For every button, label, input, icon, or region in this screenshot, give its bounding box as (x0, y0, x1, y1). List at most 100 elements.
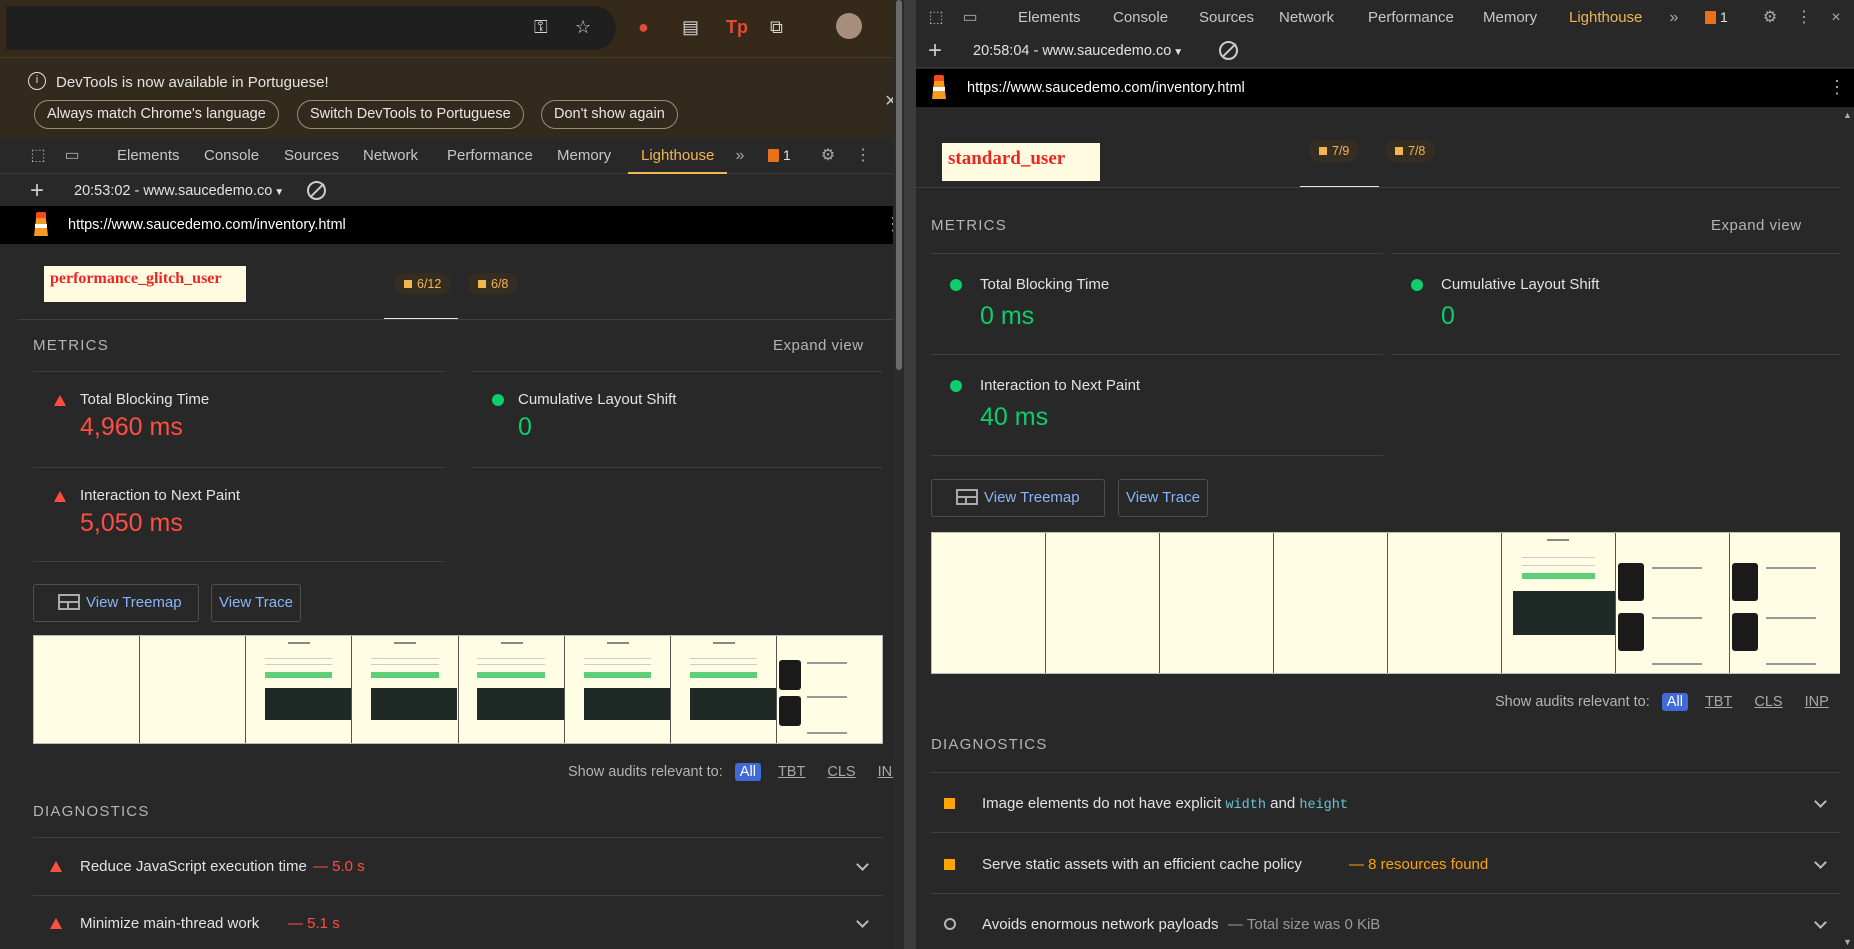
issues-badge[interactable]: 1 (768, 147, 791, 163)
filmstrip-frame (1274, 533, 1388, 673)
metric-value: 4,960 ms (80, 413, 183, 441)
language-infobar: i DevTools is now available in Portugues… (0, 58, 904, 138)
star-icon[interactable]: ☆ (575, 17, 591, 38)
tab-console[interactable]: Console (204, 138, 259, 174)
reader-icon[interactable]: ▤ (682, 17, 699, 38)
metric-value: 0 (1441, 302, 1455, 330)
more-tabs-icon[interactable]: » (730, 146, 750, 166)
metric-name: Total Blocking Time (980, 276, 1110, 293)
pass-icon (950, 279, 962, 291)
browser-toolbar: ⚿ ☆ ● ▤ Tp ⧉ ⋮ (0, 0, 904, 58)
match-language-button[interactable]: Always match Chrome's language (34, 100, 279, 129)
divider (33, 561, 444, 562)
pass-icon (1411, 279, 1423, 291)
summary-tab-1[interactable]: 6/12 (394, 273, 452, 295)
extension-red-icon[interactable]: ● (638, 17, 649, 38)
audit-detail: Total size was 0 KiB (1246, 916, 1381, 933)
audit-title: Image elements do not have explicit widt… (982, 795, 1348, 813)
devtools-menu-icon[interactable]: ⋮ (1794, 8, 1814, 28)
dont-show-again-button[interactable]: Don't show again (541, 100, 678, 129)
filter-all[interactable]: All (1661, 693, 1688, 711)
tab-memory[interactable]: Memory (557, 138, 611, 174)
filter-cls[interactable]: CLS (1749, 693, 1787, 711)
scrollbar-thumb[interactable] (896, 0, 902, 370)
filter-label: Show audits relevant to: (1495, 694, 1650, 710)
lighthouse-toolbar: + 20:53:02 - www.saucedemo.co ▼ (0, 174, 904, 208)
scrollbar-track[interactable]: ▲ ▼ (1840, 110, 1854, 949)
filmstrip-frame (1730, 533, 1843, 673)
view-treemap-button[interactable]: View Treemap (33, 584, 199, 622)
tp-extension-icon[interactable]: Tp (726, 17, 748, 38)
average-icon (944, 859, 955, 870)
filter-tbt[interactable]: TBT (1700, 693, 1737, 711)
clear-reports-icon[interactable] (1219, 41, 1238, 60)
device-toolbar-icon[interactable]: ▭ (960, 8, 980, 28)
clear-reports-icon[interactable] (307, 181, 326, 200)
report-url[interactable]: https://www.saucedemo.com/inventory.html (68, 217, 346, 233)
close-devtools-icon[interactable]: × (1826, 8, 1846, 28)
key-icon[interactable]: ⚿ (534, 17, 548, 38)
tab-sources[interactable]: Sources (1199, 0, 1254, 36)
puzzle-icon[interactable]: ⧉ (770, 17, 783, 38)
audit-filter: Show audits relevant to: All TBT CLS INP (1495, 693, 1834, 711)
new-report-icon[interactable]: + (30, 177, 44, 205)
filter-all[interactable]: All (734, 763, 761, 781)
filter-tbt[interactable]: TBT (773, 763, 810, 781)
tab-memory[interactable]: Memory (1483, 0, 1537, 36)
tab-performance[interactable]: Performance (447, 138, 533, 174)
filter-cls[interactable]: CLS (822, 763, 860, 781)
tab-sources[interactable]: Sources (284, 138, 339, 174)
tab-performance[interactable]: Performance (1368, 0, 1454, 36)
new-report-icon[interactable]: + (928, 37, 942, 65)
info-icon: i (28, 72, 46, 90)
report-menu-icon[interactable]: ⋮ (1828, 77, 1846, 98)
tab-lighthouse[interactable]: Lighthouse (1557, 0, 1655, 36)
metric-value: 5,050 ms (80, 509, 183, 537)
report-select[interactable]: 20:53:02 - www.saucedemo.co ▼ (74, 183, 284, 199)
device-toolbar-icon[interactable]: ▭ (62, 146, 82, 166)
view-treemap-button[interactable]: View Treemap (931, 479, 1105, 517)
tab-elements[interactable]: Elements (1018, 0, 1081, 36)
settings-gear-icon[interactable]: ⚙ (818, 146, 838, 166)
issues-badge[interactable]: 1 (1705, 9, 1728, 25)
lighthouse-logo-icon (928, 75, 950, 101)
tab-network[interactable]: Network (363, 138, 418, 174)
report-url[interactable]: https://www.saucedemo.com/inventory.html (967, 80, 1245, 96)
filmstrip-frame (932, 533, 1046, 673)
metric-value: 40 ms (980, 403, 1049, 431)
expand-view-link[interactable]: Expand view (773, 337, 864, 354)
metric-name: Cumulative Layout Shift (518, 391, 677, 408)
devtools-menu-icon[interactable]: ⋮ (853, 146, 873, 166)
metrics-heading: METRICS (931, 217, 1007, 234)
metric-name: Cumulative Layout Shift (1441, 276, 1600, 293)
view-trace-button[interactable]: View Trace (1118, 479, 1208, 517)
tab-network[interactable]: Network (1279, 0, 1334, 36)
divider (1392, 253, 1844, 254)
report-select[interactable]: 20:58:04 - www.saucedemo.co ▼ (973, 43, 1183, 59)
filmstrip-frame (1160, 533, 1274, 673)
summary-tab-2[interactable]: 6/8 (468, 273, 519, 295)
filmstrip-frame (246, 636, 353, 743)
expand-view-link[interactable]: Expand view (1711, 217, 1802, 234)
scroll-up-icon[interactable]: ▲ (1843, 110, 1852, 120)
devtools-tabbar: ⬚ ▭ Elements Console Sources Network Per… (0, 138, 904, 174)
tab-elements[interactable]: Elements (117, 138, 180, 174)
summary-tab-2[interactable]: 7/8 (1385, 140, 1436, 162)
report-url-bar: https://www.saucedemo.com/inventory.html… (916, 69, 1854, 107)
switch-devtools-button[interactable]: Switch DevTools to Portuguese (297, 100, 524, 129)
settings-gear-icon[interactable]: ⚙ (1760, 8, 1780, 28)
view-trace-button[interactable]: View Trace (211, 584, 301, 622)
summary-tab-1[interactable]: 7/9 (1309, 140, 1360, 162)
tab-console[interactable]: Console (1113, 0, 1168, 36)
divider (931, 455, 1383, 456)
avatar[interactable] (836, 13, 862, 39)
inspect-icon[interactable]: ⬚ (926, 8, 946, 28)
omnibox[interactable] (6, 6, 616, 50)
inspect-icon[interactable]: ⬚ (28, 146, 48, 166)
filter-inp[interactable]: INP (1800, 693, 1834, 711)
scroll-down-icon[interactable]: ▼ (1843, 937, 1852, 947)
more-tabs-icon[interactable]: » (1664, 8, 1684, 28)
tab-lighthouse[interactable]: Lighthouse (628, 138, 728, 174)
divider (931, 893, 1844, 894)
treemap-icon (956, 489, 978, 505)
